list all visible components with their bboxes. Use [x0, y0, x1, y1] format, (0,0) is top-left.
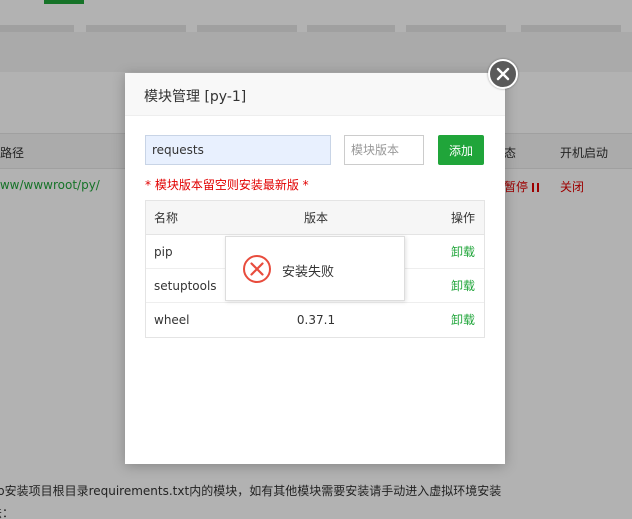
- module-name: pip: [154, 245, 173, 259]
- module-version: 0.37.1: [296, 313, 336, 327]
- header-name: 名称: [154, 211, 179, 225]
- error-x-circle-icon: [243, 255, 271, 283]
- uninstall-link[interactable]: 卸载: [451, 235, 475, 269]
- dialog-header: 模块管理 [py-1]: [125, 73, 505, 116]
- uninstall-link[interactable]: 卸载: [451, 303, 475, 337]
- module-name: setuptools: [154, 279, 217, 293]
- header-version: 版本: [303, 211, 328, 225]
- close-icon: [496, 67, 510, 81]
- error-toast: 安装失败: [225, 236, 405, 301]
- module-table-header: 名称 版本 操作: [146, 201, 484, 235]
- add-module-button[interactable]: 添加: [438, 135, 484, 165]
- uninstall-link[interactable]: 卸载: [451, 269, 475, 303]
- dialog-title: 模块管理 [py-1]: [144, 89, 247, 105]
- module-name: wheel: [154, 313, 190, 327]
- close-dialog-button[interactable]: [488, 59, 518, 89]
- module-name-input[interactable]: [145, 135, 331, 165]
- header-action: 操作: [450, 211, 475, 225]
- toast-message: 安装失败: [282, 265, 335, 280]
- version-hint: * 模块版本留空则安装最新版 *: [145, 178, 309, 192]
- module-version-input[interactable]: [344, 135, 424, 165]
- table-row: wheel 0.37.1 卸载: [146, 303, 484, 337]
